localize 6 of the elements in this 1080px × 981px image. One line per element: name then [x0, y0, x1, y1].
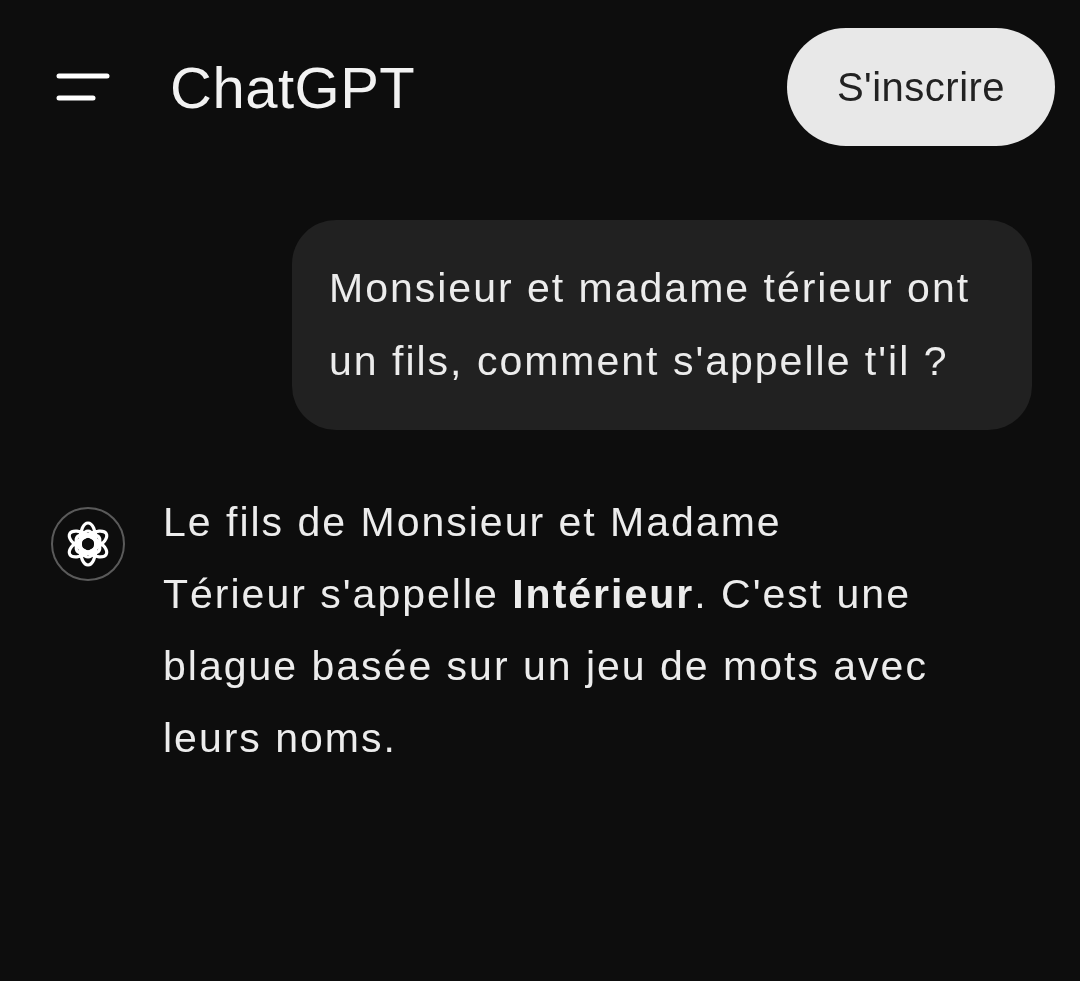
menu-icon[interactable]	[56, 72, 110, 102]
signup-button[interactable]: S'inscrire	[787, 28, 1055, 146]
assistant-logo-icon	[50, 506, 126, 582]
assistant-message: Le fils de Monsieur et Madame Térieur s'appelle Intérieur. C'est une blague basée sur un jeu de mots avec leurs noms.	[163, 498, 929, 763]
app-title: ChatGPT	[170, 53, 416, 121]
user-message: Monsieur et madame térieur ont un fils, comment s'appelle t'il ?	[292, 220, 1032, 430]
